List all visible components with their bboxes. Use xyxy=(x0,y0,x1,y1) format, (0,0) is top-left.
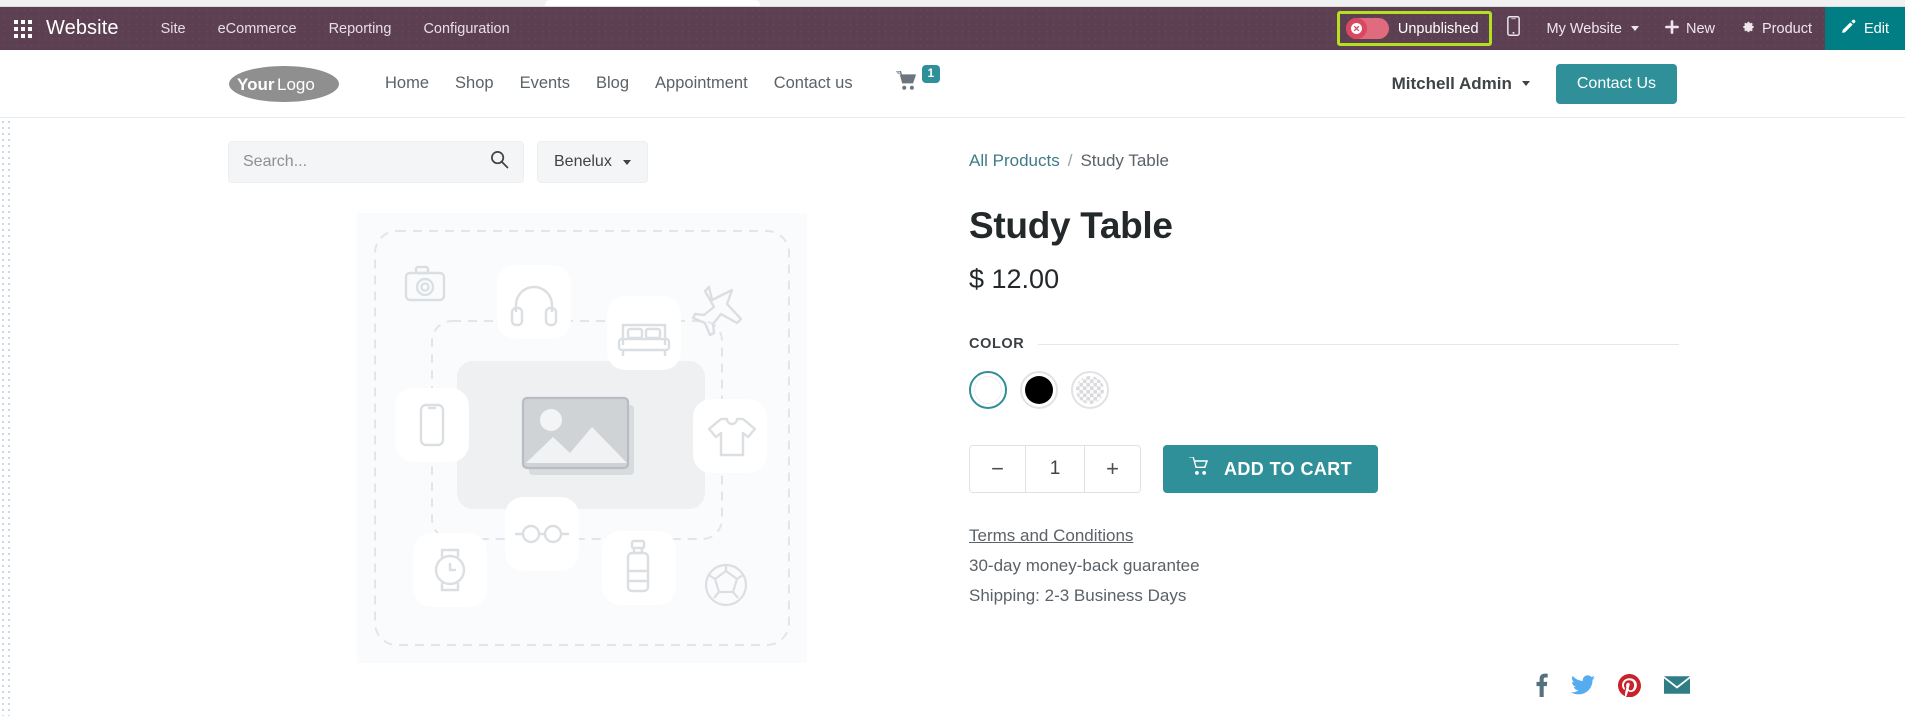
svg-text:Your: Your xyxy=(237,75,275,94)
chevron-down-icon xyxy=(1521,81,1530,86)
pricelist-label: Benelux xyxy=(554,153,612,170)
social-share-group xyxy=(1535,673,1690,697)
search-box[interactable] xyxy=(228,141,524,183)
close-circle-icon xyxy=(1345,18,1367,39)
quantity-stepper: − + xyxy=(969,445,1141,493)
publish-status-label: Unpublished xyxy=(1397,20,1479,37)
swatch-fill xyxy=(974,376,1002,404)
site-navigation: Home Shop Events Blog Appointment Contac… xyxy=(372,66,866,101)
search-input[interactable] xyxy=(243,153,473,171)
browser-tab[interactable] xyxy=(545,0,760,6)
shop-toolbar: Benelux xyxy=(228,141,648,183)
page-edge-pattern xyxy=(0,119,10,716)
chevron-down-icon xyxy=(622,159,631,165)
odoo-systray-bar: Website Site eCommerce Reporting Configu… xyxy=(0,7,1905,50)
edit-button[interactable]: Edit xyxy=(1825,7,1905,50)
odoo-menubar: Site eCommerce Reporting Configuration xyxy=(145,14,526,44)
pencil-icon xyxy=(1841,19,1856,38)
product-detail: Study Table $ 12.00 COLOR − + xyxy=(969,205,1679,606)
quantity-decrease-button[interactable]: − xyxy=(970,446,1025,492)
quantity-input[interactable] xyxy=(1026,446,1084,492)
product-page: Benelux All Products / Study Table xyxy=(0,119,1905,716)
twitter-icon[interactable] xyxy=(1571,674,1595,696)
swatch-fill xyxy=(1025,376,1053,404)
email-icon[interactable] xyxy=(1664,675,1690,695)
quantity-increase-button[interactable]: + xyxy=(1085,446,1140,492)
user-menu[interactable]: Mitchell Admin xyxy=(1392,74,1530,94)
edit-button-label: Edit xyxy=(1864,20,1889,37)
nav-item-blog[interactable]: Blog xyxy=(583,66,642,101)
color-swatch-white[interactable] xyxy=(969,371,1007,409)
breadcrumb: All Products / Study Table xyxy=(969,151,1169,171)
mobile-preview-icon[interactable] xyxy=(1506,16,1520,41)
cart-count-badge: 1 xyxy=(921,65,940,84)
color-swatch-black[interactable] xyxy=(1020,371,1058,409)
menu-configuration[interactable]: Configuration xyxy=(407,14,525,44)
product-menu-label: Product xyxy=(1762,20,1812,37)
nav-item-shop[interactable]: Shop xyxy=(442,66,507,101)
breadcrumb-all-products[interactable]: All Products xyxy=(969,151,1060,171)
breadcrumb-current: Study Table xyxy=(1080,151,1169,170)
breadcrumb-separator: / xyxy=(1067,151,1073,170)
pinterest-icon[interactable] xyxy=(1618,673,1641,697)
swatch-fill xyxy=(1076,376,1104,404)
shopping-cart-icon xyxy=(1189,456,1211,481)
color-swatch-group xyxy=(969,371,1679,409)
add-to-cart-label: ADD TO CART xyxy=(1224,458,1353,479)
image-icon xyxy=(521,396,630,470)
facebook-icon[interactable] xyxy=(1535,673,1548,697)
publish-toggle-highlight[interactable]: Unpublished xyxy=(1336,11,1492,46)
terms-block: Terms and Conditions 30-day money-back g… xyxy=(969,526,1679,606)
color-swatch-transparent[interactable] xyxy=(1071,371,1109,409)
pricelist-dropdown[interactable]: Benelux xyxy=(537,141,648,183)
guarantee-text: 30-day money-back guarantee xyxy=(969,556,1200,575)
apps-grid-icon[interactable] xyxy=(14,19,32,38)
product-title: Study Table xyxy=(969,205,1173,246)
website-selector-label: My Website xyxy=(1546,20,1622,37)
app-name[interactable]: Website xyxy=(46,17,119,40)
publish-toggle[interactable] xyxy=(1345,18,1389,39)
product-price: $ 12.00 xyxy=(969,264,1060,294)
header-right: Mitchell Admin Contact Us xyxy=(1392,63,1677,104)
nav-item-events[interactable]: Events xyxy=(507,66,583,101)
attribute-header: COLOR xyxy=(969,336,1679,352)
plus-icon xyxy=(1665,19,1679,38)
systray-right: Unpublished My Website New Product Edit xyxy=(1336,7,1905,50)
attribute-divider xyxy=(1038,343,1679,345)
browser-chrome-strip xyxy=(0,0,1905,7)
website-header: Your Logo Home Shop Events Blog Appointm… xyxy=(0,50,1905,118)
menu-reporting[interactable]: Reporting xyxy=(313,14,408,44)
new-button-label: New xyxy=(1686,20,1716,37)
user-menu-label: Mitchell Admin xyxy=(1391,73,1512,93)
product-menu-button[interactable]: Product xyxy=(1728,20,1825,38)
contact-us-button[interactable]: Contact Us xyxy=(1555,63,1677,104)
menu-ecommerce[interactable]: eCommerce xyxy=(202,14,313,44)
chevron-down-icon xyxy=(1631,26,1639,31)
cart-link[interactable]: 1 xyxy=(895,65,940,96)
attribute-label-color: COLOR xyxy=(969,336,1025,352)
svg-text:Logo: Logo xyxy=(277,75,315,94)
shipping-text: Shipping: 2-3 Business Days xyxy=(969,586,1187,605)
product-image-placeholder[interactable] xyxy=(357,213,807,663)
terms-and-conditions-link[interactable]: Terms and Conditions xyxy=(969,526,1133,546)
add-to-cart-button[interactable]: ADD TO CART xyxy=(1163,445,1379,493)
menu-site[interactable]: Site xyxy=(145,14,202,44)
website-selector[interactable]: My Website xyxy=(1534,21,1652,37)
nav-item-contact-us[interactable]: Contact us xyxy=(761,66,866,101)
purchase-row: − + ADD TO CART xyxy=(969,445,1679,493)
gear-icon xyxy=(1741,20,1755,38)
shopping-cart-icon xyxy=(895,70,919,96)
nav-item-appointment[interactable]: Appointment xyxy=(642,66,761,101)
nav-item-home[interactable]: Home xyxy=(372,66,442,101)
new-button[interactable]: New xyxy=(1652,19,1728,38)
site-logo[interactable]: Your Logo xyxy=(228,64,340,104)
search-icon[interactable] xyxy=(490,150,509,174)
